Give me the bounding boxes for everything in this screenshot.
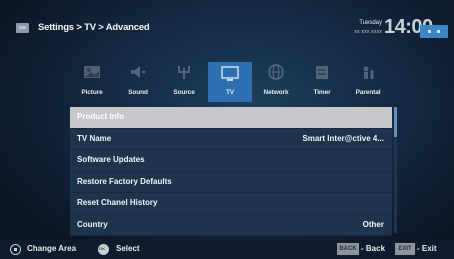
tab-label: Picture — [81, 89, 103, 96]
clock-badge-icon — [420, 25, 448, 38]
footer-hint-bar: Change Area Select BACK - Back EXIT - Ex… — [0, 240, 454, 259]
tab-network[interactable]: Network — [254, 60, 298, 104]
tv-icon — [221, 66, 239, 81]
tv-settings-screen: Settings > TV > Advanced Tuesday xx xxx … — [0, 0, 454, 259]
exit-key-icon: EXIT — [395, 243, 415, 255]
category-tabs: Picture Sound Source TV Network Timer Pa… — [70, 60, 392, 104]
advanced-menu-list: Product Info TV Name Smart Inter@ctive 4… — [70, 107, 392, 236]
menu-item-label: TV Name — [77, 133, 112, 143]
breadcrumb: Settings > TV > Advanced — [38, 22, 150, 33]
settings-icon — [16, 23, 29, 33]
timer-icon — [316, 66, 328, 79]
menu-item-label: Country — [77, 219, 108, 229]
back-hint: - Back — [361, 244, 386, 253]
date-block: Tuesday xx xxx xxxx — [354, 19, 382, 36]
tab-label: Timer — [313, 89, 331, 96]
tab-label: TV — [225, 89, 235, 96]
ok-button-icon — [98, 244, 109, 255]
menu-item-tv-name[interactable]: TV Name Smart Inter@ctive 4... — [70, 128, 392, 150]
tab-label: Source — [173, 89, 195, 96]
exit-hint: - Exit — [417, 244, 437, 253]
tab-sound[interactable]: Sound — [116, 60, 160, 104]
speaker-icon — [131, 66, 145, 78]
select-hint: Select — [116, 244, 140, 253]
header: Settings > TV > Advanced Tuesday xx xxx … — [0, 0, 454, 52]
menu-item-product-info[interactable]: Product Info — [70, 107, 392, 129]
back-key-icon: BACK — [337, 243, 359, 255]
day-label: Tuesday — [359, 20, 382, 26]
globe-icon — [268, 64, 284, 80]
tab-label: Network — [263, 89, 289, 96]
menu-item-value: Smart Inter@ctive 4... — [302, 133, 384, 143]
tab-tv[interactable]: TV — [208, 62, 252, 102]
tab-picture[interactable]: Picture — [70, 60, 114, 104]
menu-item-value: Other — [362, 219, 384, 229]
picture-icon — [84, 66, 100, 78]
tab-label: Sound — [128, 89, 148, 96]
parental-icon — [363, 66, 374, 79]
date-label: xx xxx xxxx — [354, 29, 382, 35]
tab-parental[interactable]: Parental — [346, 60, 390, 104]
menu-item-label: Software Updates — [77, 155, 145, 164]
menu-item-country[interactable]: Country Other — [70, 214, 392, 236]
change-area-hint: Change Area — [27, 244, 77, 253]
menu-item-restore-factory-defaults[interactable]: Restore Factory Defaults — [70, 171, 392, 193]
antenna-icon — [178, 66, 190, 79]
scrollbar-thumb[interactable] — [394, 107, 397, 137]
dpad-icon — [9, 243, 22, 256]
tab-source[interactable]: Source — [162, 60, 206, 104]
menu-item-label: Reset Chanel History — [77, 198, 158, 207]
menu-item-label: Restore Factory Defaults — [77, 176, 172, 186]
tab-timer[interactable]: Timer — [300, 60, 344, 104]
menu-item-label: Product Info — [77, 112, 125, 121]
menu-item-reset-chanel-history[interactable]: Reset Chanel History — [70, 193, 392, 215]
tab-label: Parental — [355, 89, 381, 96]
menu-item-software-updates[interactable]: Software Updates — [70, 150, 392, 172]
